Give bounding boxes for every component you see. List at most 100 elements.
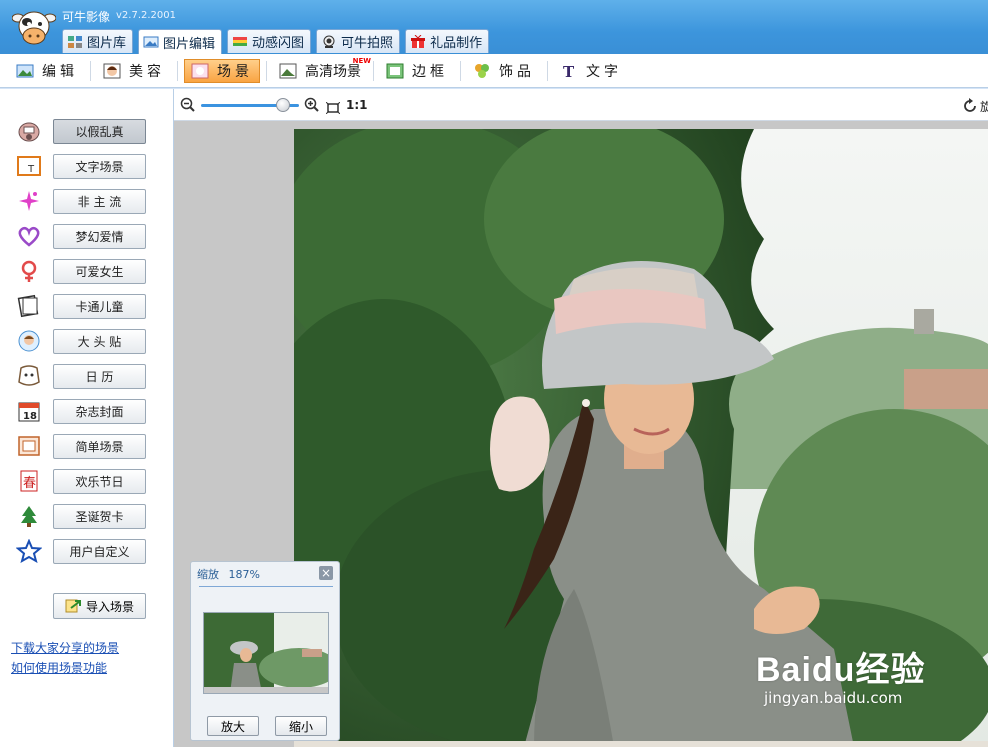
- calendar-18-icon: 18: [14, 398, 44, 424]
- scene-category-row: 卡通儿童: [14, 292, 154, 320]
- app-window: 可牛影像 v2.7.2.2001 图片库 图片编辑 动感闪图 可牛拍照 礼品制作…: [0, 0, 988, 747]
- tab-gift[interactable]: 礼品制作: [405, 29, 490, 53]
- tool-hd-scene[interactable]: 高清场景 NEW: [273, 57, 371, 83]
- scene-category-button[interactable]: 卡通儿童: [53, 293, 146, 319]
- zoom-navigator-panel: 缩放 187% × 放大 缩小: [190, 561, 340, 741]
- tab-gallery[interactable]: 图片库: [62, 29, 134, 53]
- frame-icon: [386, 63, 404, 79]
- tab-webcam[interactable]: 可牛拍照: [316, 29, 401, 53]
- app-version: v2.7.2.2001: [116, 10, 176, 21]
- how-to-use-scenes-link[interactable]: 如何使用场景功能: [11, 659, 107, 676]
- import-scene-button[interactable]: 导入场景: [53, 593, 146, 619]
- zoom-slider-thumb[interactable]: [276, 98, 290, 112]
- panel-divider: [199, 586, 333, 587]
- zoom-bar: 1:1 旋: [174, 89, 988, 121]
- toolbar-divider: [266, 60, 267, 81]
- webcam-icon: [321, 35, 337, 49]
- scene-category-row: 用户自定义: [14, 537, 154, 565]
- rotate-label[interactable]: 旋: [980, 98, 988, 115]
- zoom-panel-title: 缩放 187%: [197, 568, 260, 581]
- scene-category-button[interactable]: 圣诞贺卡: [53, 503, 146, 529]
- tab-flash-image[interactable]: 动感闪图: [227, 29, 312, 53]
- svg-text:T: T: [563, 63, 575, 79]
- edit-icon: [16, 63, 34, 79]
- cow-logo-icon: [11, 8, 57, 48]
- scene-category-button[interactable]: 以假乱真: [53, 118, 146, 144]
- christmas-tree-icon: [14, 503, 44, 529]
- scene-category-row: 圣诞贺卡: [14, 502, 154, 530]
- scene-category-row: 简单场景: [14, 432, 154, 460]
- scene-category-button[interactable]: 日 历: [53, 363, 146, 389]
- female-icon: [14, 258, 44, 284]
- scene-category-button[interactable]: 用户自定义: [53, 538, 146, 564]
- scene-category-button[interactable]: 文字场景: [53, 153, 146, 179]
- sparkle-icon: [14, 188, 44, 214]
- main-tabs: 图片库 图片编辑 动感闪图 可牛拍照 礼品制作: [62, 29, 494, 54]
- tab-photo-edit[interactable]: 图片编辑: [138, 29, 223, 54]
- tool-text[interactable]: T 文字: [554, 59, 628, 83]
- text-scene-icon: T: [14, 153, 44, 179]
- toolbar-divider: [547, 60, 548, 81]
- actual-size-button[interactable]: 1:1: [346, 98, 368, 112]
- tool-scene[interactable]: 场景: [184, 58, 260, 83]
- tool-edit[interactable]: 编辑: [10, 59, 84, 83]
- tool-beauty[interactable]: 美容: [97, 59, 171, 83]
- scene-category-button[interactable]: 大 头 贴: [53, 328, 146, 354]
- scene-category-row: 日 历: [14, 362, 154, 390]
- app-title: 可牛影像: [62, 10, 111, 24]
- import-icon: [65, 599, 81, 613]
- calendar-dog-icon: [14, 363, 44, 389]
- tool-frame[interactable]: 边框: [380, 59, 454, 83]
- heart-icon: [14, 223, 44, 249]
- spring-festival-icon: 春: [14, 468, 44, 494]
- scene-icon: [191, 63, 209, 79]
- svg-text:18: 18: [23, 411, 37, 422]
- scene-category-row: 春 欢乐节日: [14, 467, 154, 495]
- scene-category-button[interactable]: 非 主 流: [53, 188, 146, 214]
- zoom-in-button[interactable]: 放大: [207, 716, 259, 736]
- scene-category-button[interactable]: 简单场景: [53, 433, 146, 459]
- zoom-percent: 187%: [228, 568, 260, 581]
- scene-category-button[interactable]: 杂志封面: [53, 398, 146, 424]
- scene-category-row: 以假乱真: [14, 117, 154, 145]
- star-outline-icon: [14, 538, 44, 564]
- zoom-in-icon[interactable]: [304, 97, 320, 117]
- scene-category-row: 梦幻爱情: [14, 222, 154, 250]
- toolbar-divider: [373, 60, 374, 81]
- simple-frame-icon: [14, 433, 44, 459]
- edit-photo-icon: [143, 35, 159, 49]
- scene-category-button[interactable]: 可爱女生: [53, 258, 146, 284]
- title-bar: 可牛影像 v2.7.2.2001 图片库 图片编辑 动感闪图 可牛拍照 礼品制作: [0, 0, 988, 54]
- accessory-icon: [473, 63, 491, 79]
- scene-category-row: 可爱女生: [14, 257, 154, 285]
- tab-label: 图片库: [87, 36, 127, 51]
- zoom-out-button[interactable]: 缩小: [275, 716, 327, 736]
- scene-category-button[interactable]: 欢乐节日: [53, 468, 146, 494]
- download-shared-scenes-link[interactable]: 下载大家分享的场景: [11, 639, 119, 656]
- toolbar-divider: [460, 60, 461, 81]
- scene-category-row: 大 头 贴: [14, 327, 154, 355]
- tab-label: 礼品制作: [430, 36, 483, 51]
- scene-category-button[interactable]: 梦幻爱情: [53, 223, 146, 249]
- cow-face-icon: [14, 118, 44, 144]
- scene-category-row: 非 主 流: [14, 187, 154, 215]
- zoom-out-icon[interactable]: [180, 97, 196, 117]
- rotate-icon[interactable]: [962, 98, 978, 118]
- new-badge: NEW: [352, 56, 371, 65]
- toolbar-divider: [90, 60, 91, 81]
- sub-toolbar: 编辑 美容 场景 高清场景 NEW 边框 饰品 T 文字: [0, 54, 988, 88]
- svg-text:T: T: [27, 164, 35, 175]
- close-icon[interactable]: ×: [319, 566, 333, 580]
- svg-text:春: 春: [23, 476, 36, 491]
- text-icon: T: [560, 63, 578, 81]
- tool-accessory[interactable]: 饰品: [467, 59, 541, 83]
- fit-to-window-icon[interactable]: [325, 99, 341, 118]
- cartoon-book-icon: [14, 293, 44, 319]
- scene-category-row: 18 杂志封面: [14, 397, 154, 425]
- scene-category-panel: 以假乱真 T 文字场景非 主 流梦幻爱情可爱女生卡通儿童大 头 贴日 历 18 杂志封面…: [0, 89, 174, 747]
- scene-category-row: T 文字场景: [14, 152, 154, 180]
- tab-label: 动感闪图: [252, 36, 305, 51]
- navigator-thumbnail[interactable]: [203, 612, 339, 694]
- photo-sticker-icon: [14, 328, 44, 354]
- toolbar-divider: [177, 60, 178, 81]
